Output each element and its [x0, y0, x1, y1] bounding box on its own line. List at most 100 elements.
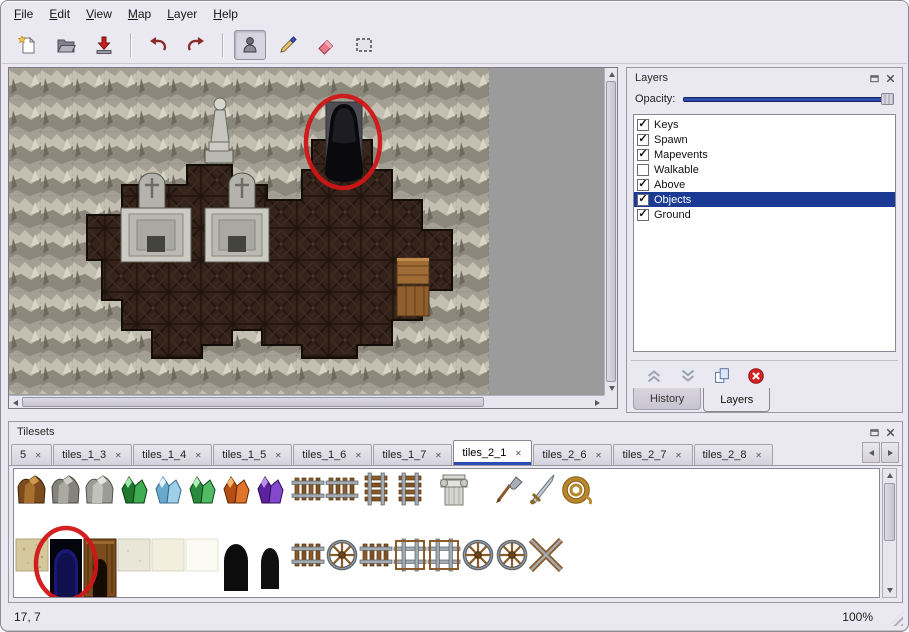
scroll-up-arrow[interactable] — [605, 68, 618, 81]
tab-close-icon[interactable] — [193, 450, 203, 460]
layer-visibility-checkbox[interactable] — [637, 209, 649, 221]
open-file-button[interactable] — [50, 30, 82, 60]
tile-track-horizontal[interactable] — [292, 478, 324, 500]
layer-visibility-checkbox[interactable] — [637, 134, 649, 146]
map-vertical-scrollbar[interactable] — [604, 68, 617, 395]
layer-row-mapevents[interactable]: Mapevents — [634, 147, 895, 162]
scroll-up-arrow[interactable] — [883, 469, 896, 482]
tileset-scroll-thumb[interactable] — [884, 483, 895, 541]
undo-button[interactable] — [142, 30, 174, 60]
tile-cave-entrance-narrow[interactable] — [261, 548, 279, 589]
move-layer-up-button[interactable] — [641, 364, 667, 388]
tile-white-stone[interactable] — [186, 539, 218, 571]
duplicate-layer-button[interactable] — [709, 364, 735, 388]
tile-ice-crystal[interactable] — [156, 477, 181, 503]
tileset-tab-tiles_1_3[interactable]: tiles_1_3 — [53, 444, 132, 465]
layer-row-ground[interactable]: Ground — [634, 207, 895, 222]
tile-copper-rock[interactable] — [18, 476, 45, 503]
tab-close-icon[interactable] — [273, 450, 283, 460]
tileset-art[interactable] — [14, 469, 880, 598]
tile-track-crossing[interactable] — [394, 539, 426, 571]
scroll-down-arrow[interactable] — [883, 584, 896, 597]
menu-edit[interactable]: Edit — [41, 4, 78, 24]
menu-layer[interactable]: Layer — [159, 4, 205, 24]
tile-gray-rock[interactable] — [52, 476, 79, 503]
tile-emerald-crystal[interactable] — [190, 477, 215, 503]
float-panel-button[interactable] — [866, 71, 882, 86]
tile-green-crystal[interactable] — [122, 477, 147, 503]
tile-wagon-wheel[interactable] — [499, 542, 526, 569]
tile-track-horizontal[interactable] — [326, 478, 358, 500]
layer-visibility-checkbox[interactable] — [637, 119, 649, 131]
scroll-down-arrow[interactable] — [605, 382, 618, 395]
opacity-slider-track[interactable] — [683, 97, 892, 102]
save-file-button[interactable] — [88, 30, 120, 60]
map-art[interactable] — [9, 68, 489, 394]
menu-file[interactable]: File — [6, 4, 41, 24]
tile-blue-doorway-selected[interactable] — [50, 539, 82, 597]
tile-purple-crystal[interactable] — [258, 477, 283, 503]
layer-visibility-checkbox[interactable] — [637, 164, 649, 176]
scroll-left-arrow[interactable] — [9, 396, 22, 409]
tileset-tab-tiles_1_7[interactable]: tiles_1_7 — [373, 444, 452, 465]
layer-visibility-checkbox[interactable] — [637, 179, 649, 191]
opacity-slider[interactable] — [683, 92, 894, 106]
layer-visibility-checkbox[interactable] — [637, 149, 649, 161]
eraser-tool-button[interactable] — [310, 30, 342, 60]
tab-close-icon[interactable] — [674, 450, 684, 460]
opacity-slider-handle[interactable] — [881, 93, 894, 105]
tile-track-horizontal[interactable] — [292, 544, 324, 566]
object-stamp-tool-button[interactable] — [234, 30, 266, 60]
tileset-tab-tiles_1_6[interactable]: tiles_1_6 — [293, 444, 372, 465]
move-layer-down-button[interactable] — [675, 364, 701, 388]
tile-pale-stone[interactable] — [152, 539, 184, 571]
layer-row-walkable[interactable]: Walkable — [634, 162, 895, 177]
tab-close-icon[interactable] — [433, 450, 443, 460]
close-panel-button[interactable] — [882, 425, 898, 440]
dock-tab-layers[interactable]: Layers — [703, 388, 770, 412]
menu-help[interactable]: Help — [205, 4, 246, 24]
tile-track-vertical[interactable] — [365, 473, 387, 505]
tab-close-icon[interactable] — [754, 450, 764, 460]
tile-track-diagonal-cross[interactable] — [531, 540, 561, 570]
tile-cave-entrance[interactable] — [224, 544, 248, 591]
tile-silver-rock[interactable] — [86, 476, 113, 503]
dock-tab-history[interactable]: History — [633, 388, 701, 410]
new-file-button[interactable] — [12, 30, 44, 60]
tile-light-stone[interactable] — [118, 539, 150, 571]
delete-layer-button[interactable] — [743, 364, 769, 388]
layer-row-keys[interactable]: Keys — [634, 117, 895, 132]
layer-row-spawn[interactable]: Spawn — [634, 132, 895, 147]
tile-sword[interactable] — [530, 475, 554, 504]
tile-wagon-wheel[interactable] — [465, 542, 492, 569]
tab-close-icon[interactable] — [353, 450, 363, 460]
tileset-content[interactable] — [13, 468, 880, 598]
layer-row-above[interactable]: Above — [634, 177, 895, 192]
redo-button[interactable] — [180, 30, 212, 60]
map-horizontal-scrollbar[interactable] — [9, 395, 604, 408]
tile-track-horizontal[interactable] — [360, 544, 392, 566]
tile-track-vertical[interactable] — [399, 473, 421, 505]
tab-close-icon[interactable] — [513, 448, 523, 458]
scroll-tabs-right-button[interactable] — [881, 442, 899, 463]
tab-close-icon[interactable] — [113, 450, 123, 460]
float-panel-button[interactable] — [866, 425, 882, 440]
tileset-tab-tiles_2_6[interactable]: tiles_2_6 — [533, 444, 612, 465]
tileset-tab-tiles_2_1[interactable]: tiles_2_1 — [453, 440, 532, 465]
layer-visibility-checkbox[interactable] — [637, 194, 649, 206]
tile-wagon-wheel[interactable] — [329, 542, 356, 569]
tab-close-icon[interactable] — [33, 450, 43, 460]
tileset-tab-tiles_1_5[interactable]: tiles_1_5 — [213, 444, 292, 465]
brush-tool-button[interactable] — [272, 30, 304, 60]
tile-shovel[interactable] — [496, 477, 522, 503]
tileset-tab-tiles_2_7[interactable]: tiles_2_7 — [613, 444, 692, 465]
tab-close-icon[interactable] — [593, 450, 603, 460]
tileset-tab-5[interactable]: 5 — [11, 444, 52, 465]
map-canvas-viewport[interactable] — [8, 67, 618, 409]
tile-orange-crystal[interactable] — [224, 477, 249, 503]
map-hscroll-thumb[interactable] — [22, 397, 484, 407]
tile-column-capital[interactable] — [440, 475, 467, 505]
rect-select-tool-button[interactable] — [348, 30, 380, 60]
map-vscroll-thumb[interactable] — [606, 81, 616, 382]
layer-row-objects[interactable]: Objects — [634, 192, 895, 207]
